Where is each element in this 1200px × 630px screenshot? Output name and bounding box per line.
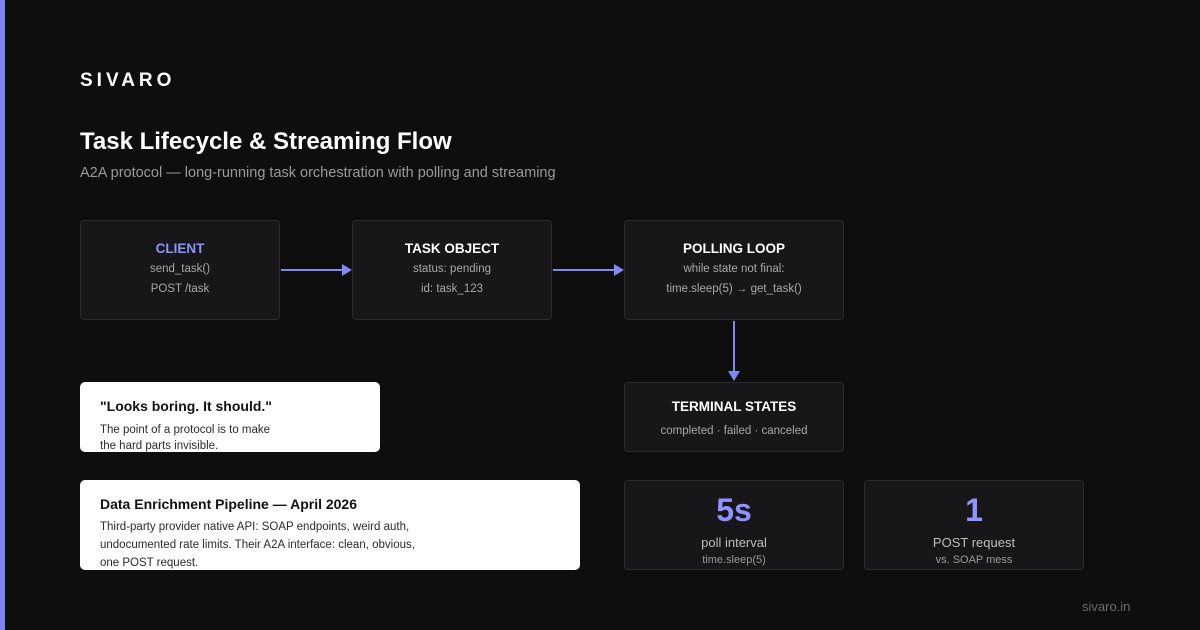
- client-node-title: CLIENT: [155, 241, 205, 256]
- stat-sub: time.sleep(5): [702, 554, 766, 566]
- quote-card-line: the hard parts invisible.: [100, 440, 219, 452]
- arrow-task-to-polling: [553, 264, 624, 276]
- quote-card-title: "Looks boring. It should.": [100, 398, 272, 414]
- quote-card: "Looks boring. It should." The point of …: [80, 382, 380, 452]
- polling-loop-node-line: time.sleep(5) → get_task(): [666, 283, 802, 295]
- pipeline-card-line: Third-party provider native API: SOAP en…: [100, 521, 410, 533]
- task-object-node: TASK OBJECT status: pending id: task_123: [352, 220, 552, 320]
- page-subtitle: A2A protocol — long-running task orchest…: [80, 165, 556, 181]
- brand-logo: SIVARO: [80, 70, 176, 91]
- poll-interval-stat: 5s poll interval time.sleep(5): [624, 480, 844, 570]
- polling-loop-node: POLLING LOOP while state not final: time…: [624, 220, 844, 320]
- arrow-client-to-task: [281, 264, 352, 276]
- terminal-states-node-title: TERMINAL STATES: [671, 399, 797, 414]
- arrow-polling-to-terminal: [728, 321, 740, 381]
- quote-card-line: The point of a protocol is to make: [100, 424, 271, 436]
- client-node: CLIENT send_task() POST /task: [80, 220, 280, 320]
- polling-loop-node-title: POLLING LOOP: [682, 241, 785, 256]
- terminal-states-node: TERMINAL STATES completed · failed · can…: [624, 382, 844, 452]
- stat-value: 5s: [716, 492, 752, 528]
- task-object-node-line: status: pending: [412, 263, 491, 275]
- stat-sub: vs. SOAP mess: [935, 554, 1013, 566]
- stat-value: 1: [965, 492, 983, 528]
- stat-label: POST request: [932, 535, 1016, 550]
- client-node-line: POST /task: [150, 283, 210, 295]
- polling-loop-node-line: while state not final:: [683, 263, 785, 275]
- accent-bar: [0, 0, 5, 630]
- task-object-node-line: id: task_123: [420, 283, 483, 295]
- task-object-node-title: TASK OBJECT: [404, 241, 500, 256]
- pipeline-card: Data Enrichment Pipeline — April 2026 Th…: [80, 480, 580, 570]
- pipeline-card-line: one POST request.: [100, 557, 199, 569]
- pipeline-card-line: undocumented rate limits. Their A2A inte…: [100, 539, 415, 551]
- footer-url: sivaro.in: [1082, 599, 1131, 614]
- page-title: Task Lifecycle & Streaming Flow: [80, 128, 452, 155]
- client-node-line: send_task(): [149, 263, 211, 275]
- post-request-stat: 1 POST request vs. SOAP mess: [864, 480, 1084, 570]
- terminal-states-node-line: completed · failed · canceled: [660, 425, 808, 437]
- stat-label: poll interval: [701, 535, 767, 550]
- pipeline-card-title: Data Enrichment Pipeline — April 2026: [100, 496, 358, 512]
